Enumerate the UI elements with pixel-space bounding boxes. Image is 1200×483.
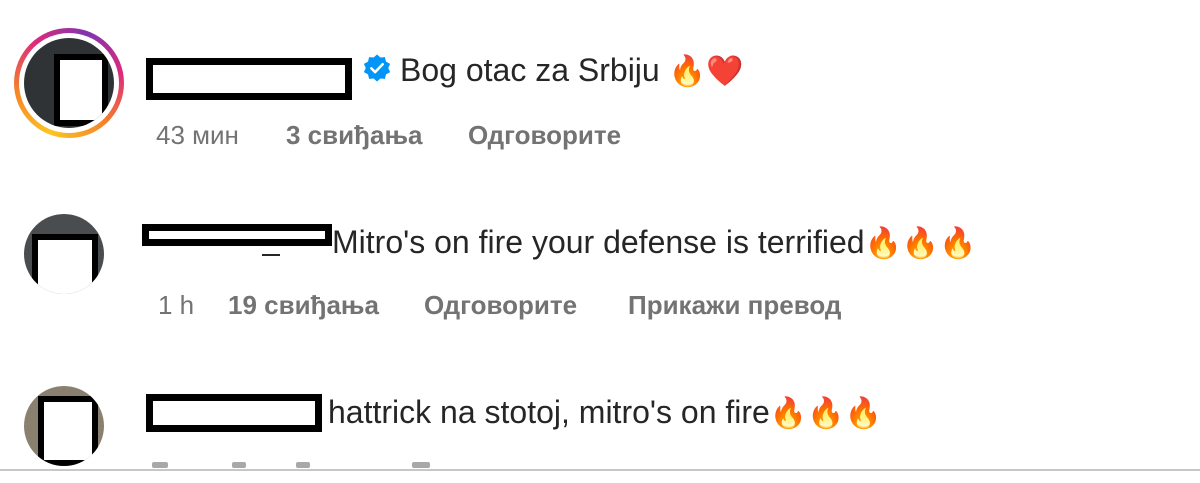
comment-text: hattrick na stotoj, mitro's on fire🔥🔥🔥 (328, 392, 882, 434)
cut-off-meta-row (0, 462, 1200, 483)
avatar-redaction (32, 234, 98, 294)
reply-button[interactable]: Одговорите (424, 290, 577, 320)
comment-meta: 43 мин 3 свиђања Одговорите (0, 120, 900, 150)
username-redaction[interactable] (146, 394, 322, 432)
avatar[interactable] (24, 38, 114, 128)
comment-body: hattrick na stotoj, mitro's on fire (328, 394, 770, 430)
avatar-redaction (38, 396, 98, 466)
avatar-redaction (54, 54, 108, 126)
divider (0, 469, 1200, 471)
avatar[interactable] (24, 214, 104, 294)
timestamp[interactable]: 43 мин (156, 120, 239, 150)
comment-body: Mitro's on fire your defense is terrifie… (332, 224, 865, 260)
timestamp[interactable]: 1 h (158, 290, 194, 320)
username-redaction[interactable] (142, 224, 332, 246)
avatar[interactable] (24, 386, 104, 466)
emoji-group: 🔥🔥🔥 (769, 397, 882, 430)
comment-2: Mitro's on fire your defense is terrifie… (0, 200, 1200, 330)
reply-button[interactable]: Одговорите (468, 120, 621, 150)
comment-text: Mitro's on fire your defense is terrifie… (332, 222, 977, 264)
username-underscore (262, 254, 280, 256)
meta-fragment (412, 462, 430, 468)
comment-3: hattrick na stotoj, mitro's on fire🔥🔥🔥 (0, 370, 1200, 466)
meta-fragment (152, 462, 168, 468)
likes-count[interactable]: 3 свиђања (286, 120, 422, 150)
comment-text: Bog otac za Srbiju 🔥❤️ (400, 50, 743, 92)
comment-body: Bog otac za Srbiju (400, 52, 669, 88)
likes-count[interactable]: 19 свиђања (228, 290, 379, 320)
meta-fragment (296, 462, 310, 468)
comment-meta: 1 h 19 свиђања Одговорите Прикажи превод (0, 290, 1000, 320)
emoji-group: 🔥❤️ (668, 55, 744, 88)
see-translation-button[interactable]: Прикажи превод (628, 290, 841, 320)
comment-1: Bog otac za Srbiju 🔥❤️ 43 мин 3 свиђања … (0, 0, 1200, 160)
emoji-group: 🔥🔥🔥 (864, 227, 977, 260)
meta-fragment (232, 462, 246, 468)
verified-badge-icon (363, 54, 391, 82)
username-redaction[interactable] (146, 58, 352, 100)
